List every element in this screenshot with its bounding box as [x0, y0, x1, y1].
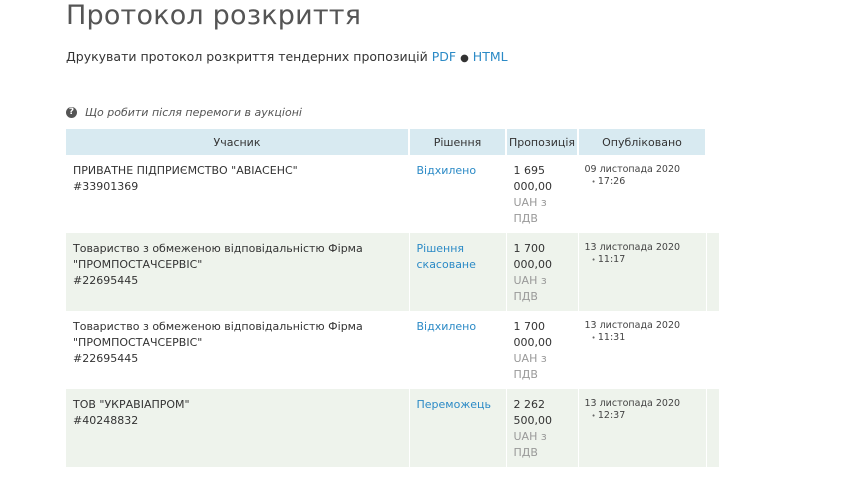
offer-amount-1: 2 262	[513, 398, 546, 411]
header-participant: Учасник	[66, 129, 410, 155]
help-link[interactable]: ? Що робити після перемоги в аукціоні	[66, 106, 302, 119]
header-offer: Пропозиція	[506, 129, 579, 155]
header-spacer	[706, 129, 720, 155]
participant-code: #22695445	[73, 352, 139, 365]
header-decision: Рішення	[409, 129, 507, 155]
print-protocol-text: Друкувати протокол розкриття тендерних п…	[66, 49, 428, 64]
offer-cell: 1 695 000,00 UAH з ПДВ	[506, 155, 579, 233]
row-scroll-edge	[705, 233, 720, 311]
published-cell: 13 листопада 2020 11:31	[578, 311, 707, 389]
published-cell: 13 листопада 2020 12:37	[578, 389, 707, 467]
participant-name: ТОВ "УКРАВІАПРОМ"	[73, 398, 190, 411]
offer-amount-2: 000,00	[513, 336, 553, 349]
published-date: 13 листопада 2020	[584, 242, 681, 253]
table-row: Товариство з обмеженою відповідальністю …	[66, 233, 720, 311]
participant-name: ПРИВАТНЕ ПІДПРИЄМСТВО "АВІАСЕНС"	[73, 164, 298, 177]
decision-link[interactable]: Відхилено	[417, 164, 477, 177]
table-row: ПРИВАТНЕ ПІДПРИЄМСТВО "АВІАСЕНС" #339013…	[66, 155, 720, 233]
row-scroll-edge	[705, 311, 720, 389]
print-html-link[interactable]: HTML	[473, 49, 508, 64]
decision-link[interactable]: Відхилено	[417, 320, 477, 333]
decision-link[interactable]: Переможець	[417, 398, 491, 411]
participant-cell: ПРИВАТНЕ ПІДПРИЄМСТВО "АВІАСЕНС" #339013…	[66, 155, 410, 233]
offer-amount-1: 1 700	[513, 320, 546, 333]
offer-currency-1: UAH з	[513, 430, 547, 443]
offer-currency-2: ПДВ	[513, 290, 538, 303]
participant-code: #40248832	[73, 414, 139, 427]
offer-amount-2: 000,00	[513, 180, 553, 193]
published-cell: 09 листопада 2020 17:26	[578, 155, 707, 233]
offer-currency-1: UAH з	[513, 196, 547, 209]
question-circle-icon: ?	[66, 107, 77, 118]
participant-code: #22695445	[73, 274, 139, 287]
offer-currency-2: ПДВ	[513, 368, 538, 381]
offer-currency-1: UAH з	[513, 274, 547, 287]
offer-amount-2: 500,00	[513, 414, 553, 427]
published-cell: 13 листопада 2020 11:17	[578, 233, 707, 311]
published-date: 13 листопада 2020	[584, 398, 681, 409]
table-row: ТОВ "УКРАВІАПРОМ" #40248832 Переможець 2…	[66, 389, 720, 467]
print-pdf-link[interactable]: PDF	[432, 49, 456, 64]
participant-name: Товариство з обмеженою відповідальністю …	[73, 242, 363, 271]
participant-cell: Товариство з обмеженою відповідальністю …	[66, 311, 410, 389]
print-protocol-line: Друкувати протокол розкриття тендерних п…	[66, 49, 508, 64]
separator-dot: ●	[460, 53, 469, 64]
offer-currency-2: ПДВ	[513, 212, 538, 225]
offer-cell: 1 700 000,00 UAH з ПДВ	[506, 311, 579, 389]
published-time: 11:17	[586, 254, 700, 266]
published-time: 12:37	[586, 410, 700, 422]
offer-cell: 1 700 000,00 UAH з ПДВ	[506, 233, 579, 311]
published-date: 13 листопада 2020	[584, 320, 681, 331]
published-date: 09 листопада 2020	[584, 164, 681, 175]
row-scroll-edge	[705, 155, 720, 233]
offer-cell: 2 262 500,00 UAH з ПДВ	[506, 389, 579, 467]
decision-link[interactable]: Рішення скасоване	[417, 242, 476, 271]
participant-cell: Товариство з обмеженою відповідальністю …	[66, 233, 410, 311]
header-published: Опубліковано	[578, 129, 707, 155]
published-time: 11:31	[586, 332, 700, 344]
participant-cell: ТОВ "УКРАВІАПРОМ" #40248832	[66, 389, 410, 467]
published-time: 17:26	[586, 176, 700, 188]
participant-code: #33901369	[73, 180, 139, 193]
page-title: Протокол розкриття	[66, 0, 362, 31]
offer-amount-1: 1 700	[513, 242, 546, 255]
help-link-text[interactable]: Що робити після перемоги в аукціоні	[85, 106, 302, 119]
offer-currency-2: ПДВ	[513, 446, 538, 459]
participant-name: Товариство з обмеженою відповідальністю …	[73, 320, 363, 349]
table-header-row: Учасник Рішення Пропозиція Опубліковано	[66, 129, 720, 155]
row-scroll-edge	[705, 389, 720, 467]
offer-currency-1: UAH з	[513, 352, 547, 365]
table-row: Товариство з обмеженою відповідальністю …	[66, 311, 720, 389]
offer-amount-1: 1 695	[513, 164, 546, 177]
bids-table: Учасник Рішення Пропозиція Опубліковано …	[66, 129, 720, 467]
offer-amount-2: 000,00	[513, 258, 553, 271]
